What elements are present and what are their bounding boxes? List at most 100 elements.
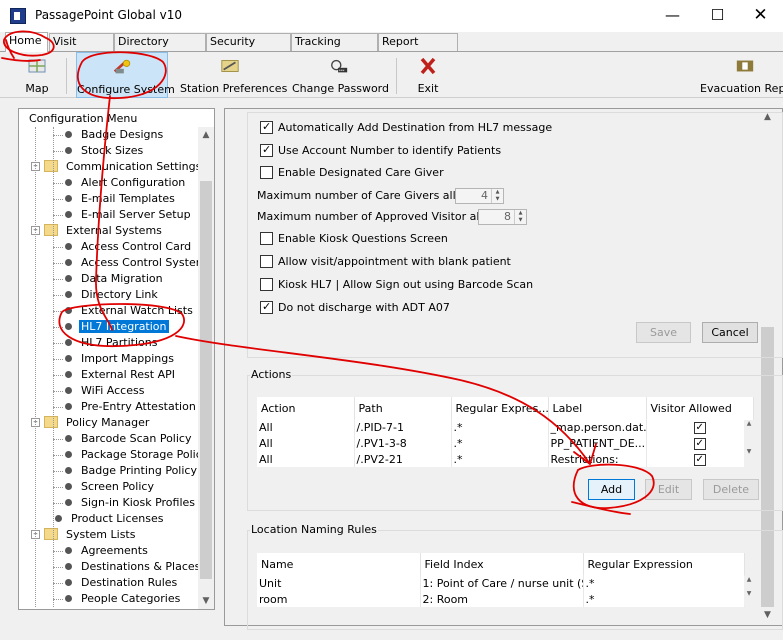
add-button[interactable]: Add: [588, 479, 635, 500]
column-header-path[interactable]: Path: [354, 397, 452, 419]
stepper-arrows-icon[interactable]: ▲ ▼: [514, 210, 526, 224]
kiosk-questions-checkbox[interactable]: [260, 231, 273, 245]
tree-item[interactable]: Pre-Entry Attestation: [65, 399, 198, 415]
tree-item[interactable]: Screen Policy: [65, 479, 156, 495]
table-row[interactable]: All /.PID-7-1 .* _map.person.dat...: [257, 419, 754, 435]
save-button[interactable]: Save: [636, 322, 691, 343]
tree-item[interactable]: – Policy Manager: [31, 415, 151, 431]
column-header-name[interactable]: Name: [257, 553, 421, 575]
tree-connector: [53, 183, 63, 184]
column-header-label[interactable]: Label: [548, 397, 647, 419]
tree-item[interactable]: – Communication Settings: [31, 159, 203, 175]
table-row[interactable]: All /.PV1-3-8 .* PP_PATIENT_DE...: [257, 435, 754, 451]
tree-item[interactable]: Sign-in Kiosk Profiles: [65, 495, 197, 511]
table-row[interactable]: room 2: Room .*: [257, 591, 745, 607]
tree-item[interactable]: – System Lists: [31, 527, 137, 543]
tree-scrollbar[interactable]: ▲ ▼: [198, 127, 214, 609]
tree-connector: [53, 311, 63, 312]
tree-item[interactable]: – External Systems: [31, 223, 164, 239]
blank-patient-label: Allow visit/appointment with blank patie…: [278, 255, 511, 268]
tree-item[interactable]: Access Control Card: [65, 239, 193, 255]
tree-item[interactable]: External Watch Lists: [65, 303, 195, 319]
visitor-allowed-cell[interactable]: [646, 419, 754, 435]
no-discharge-checkbox[interactable]: [260, 299, 273, 315]
evacuation-report-button[interactable]: Evacuation Repor: [700, 52, 783, 98]
tree-item[interactable]: Barcode Scan Policy: [65, 431, 193, 447]
auto-add-destination-option[interactable]: Automatically Add Destination from HL7 m…: [260, 119, 552, 138]
tree-item[interactable]: HL7 Partitions: [65, 335, 159, 351]
scrollbar-thumb[interactable]: [200, 181, 212, 579]
max-care-givers-stepper[interactable]: 4 ▲ ▼: [455, 188, 504, 204]
tree-item[interactable]: HL7 Integration: [65, 319, 169, 335]
edit-button[interactable]: Edit: [645, 479, 692, 500]
map-button[interactable]: Map: [14, 52, 60, 98]
tree-connector: [35, 127, 36, 607]
column-header-action[interactable]: Action: [257, 397, 355, 419]
visitor-allowed-cell[interactable]: [646, 435, 754, 451]
visitor-allowed-checkbox[interactable]: [693, 436, 706, 451]
delete-button[interactable]: Delete: [703, 479, 759, 500]
column-header-visitor-allowed[interactable]: Visitor Allowed: [646, 397, 754, 419]
kiosk-questions-option[interactable]: Enable Kiosk Questions Screen: [260, 231, 448, 249]
column-header-regex[interactable]: Regular Expres...: [451, 397, 549, 419]
tree-item[interactable]: Badge Designs: [65, 127, 165, 143]
tree-item[interactable]: Alert Configuration: [65, 175, 187, 191]
tree-item[interactable]: Destination Rules: [65, 575, 179, 591]
tree-item[interactable]: Agreements: [65, 543, 150, 559]
blank-patient-option[interactable]: Allow visit/appointment with blank patie…: [260, 254, 511, 272]
tree-item[interactable]: Access Control Systems: [65, 255, 214, 271]
actions-table-scrollbar[interactable]: ▲ ▼: [744, 420, 754, 470]
tab-security-center[interactable]: Security Center: [206, 33, 291, 64]
tab-directory-center[interactable]: Directory Center: [114, 33, 206, 64]
tree-item[interactable]: WiFi Access: [65, 383, 146, 399]
column-header-field-index[interactable]: Field Index: [420, 553, 584, 575]
tab-tracking-center[interactable]: Tracking Center: [291, 33, 378, 64]
tree-item[interactable]: Destinations & Places: [65, 559, 202, 575]
tab-report-center[interactable]: Report Center: [378, 33, 458, 64]
stepper-arrows-icon[interactable]: ▲ ▼: [491, 189, 503, 203]
tab-visit-center[interactable]: Visit Center: [49, 33, 114, 64]
visitor-allowed-cell[interactable]: [646, 451, 754, 467]
location-table-scrollbar[interactable]: ▲ ▼: [744, 576, 754, 606]
tree-connector: [53, 295, 63, 296]
kiosk-hl7-option[interactable]: Kiosk HL7 | Allow Sign out using Barcode…: [260, 277, 533, 295]
cancel-button[interactable]: Cancel: [702, 322, 758, 343]
tab-home[interactable]: Home: [5, 32, 48, 52]
tree-item[interactable]: Badge Printing Policy: [65, 463, 199, 479]
tree-item[interactable]: Directory Link: [65, 287, 160, 303]
minimize-button[interactable]: —: [650, 0, 695, 32]
exit-button[interactable]: Exit: [408, 52, 448, 98]
tree-item[interactable]: Import Mappings: [65, 351, 176, 367]
table-row[interactable]: Unit 1: Point of Care / nurse unit (S...…: [257, 575, 745, 591]
tree-item[interactable]: E-mail Templates: [65, 191, 177, 207]
tree-item[interactable]: E-mail Server Setup: [65, 207, 193, 223]
kiosk-hl7-checkbox[interactable]: [260, 277, 273, 291]
designated-care-giver-checkbox[interactable]: [260, 165, 273, 179]
auto-add-destination-checkbox[interactable]: [260, 119, 273, 135]
table-row[interactable]: All /.PV2-21 .* Restrictions:: [257, 451, 754, 467]
use-account-number-option[interactable]: Use Account Number to identify Patients: [260, 142, 501, 161]
designated-care-giver-option[interactable]: Enable Designated Care Giver: [260, 165, 444, 183]
scroll-down-icon[interactable]: ▼: [198, 593, 214, 609]
tree-item[interactable]: Product Licenses: [31, 511, 165, 527]
tree-item[interactable]: People Categories: [65, 591, 182, 607]
visitor-allowed-checkbox[interactable]: [693, 420, 706, 435]
tree-item-label: Screen Policy: [81, 480, 154, 493]
column-header-regular-expression[interactable]: Regular Expression: [583, 553, 745, 575]
tree-item[interactable]: Data Migration: [65, 271, 165, 287]
change-password-button[interactable]: *** Change Password: [292, 52, 389, 98]
blank-patient-checkbox[interactable]: [260, 254, 273, 268]
configure-system-button[interactable]: Configure System: [76, 52, 175, 98]
close-button[interactable]: ✕: [738, 0, 783, 32]
tree-item[interactable]: Stock Sizes: [65, 143, 145, 159]
tree-item[interactable]: External Rest API: [65, 367, 177, 383]
maximize-button[interactable]: ☐: [695, 0, 740, 32]
visitor-allowed-checkbox[interactable]: [693, 452, 706, 467]
use-account-number-checkbox[interactable]: [260, 142, 273, 158]
action-cell: All: [257, 451, 355, 467]
no-discharge-option[interactable]: Do not discharge with ADT A07: [260, 299, 450, 318]
station-preferences-button[interactable]: Station Preferences: [180, 52, 287, 98]
max-approved-visitors-stepper[interactable]: 8 ▲ ▼: [478, 209, 527, 225]
tree-item[interactable]: Package Storage Policy: [65, 447, 210, 463]
scroll-up-icon[interactable]: ▲: [198, 127, 214, 143]
